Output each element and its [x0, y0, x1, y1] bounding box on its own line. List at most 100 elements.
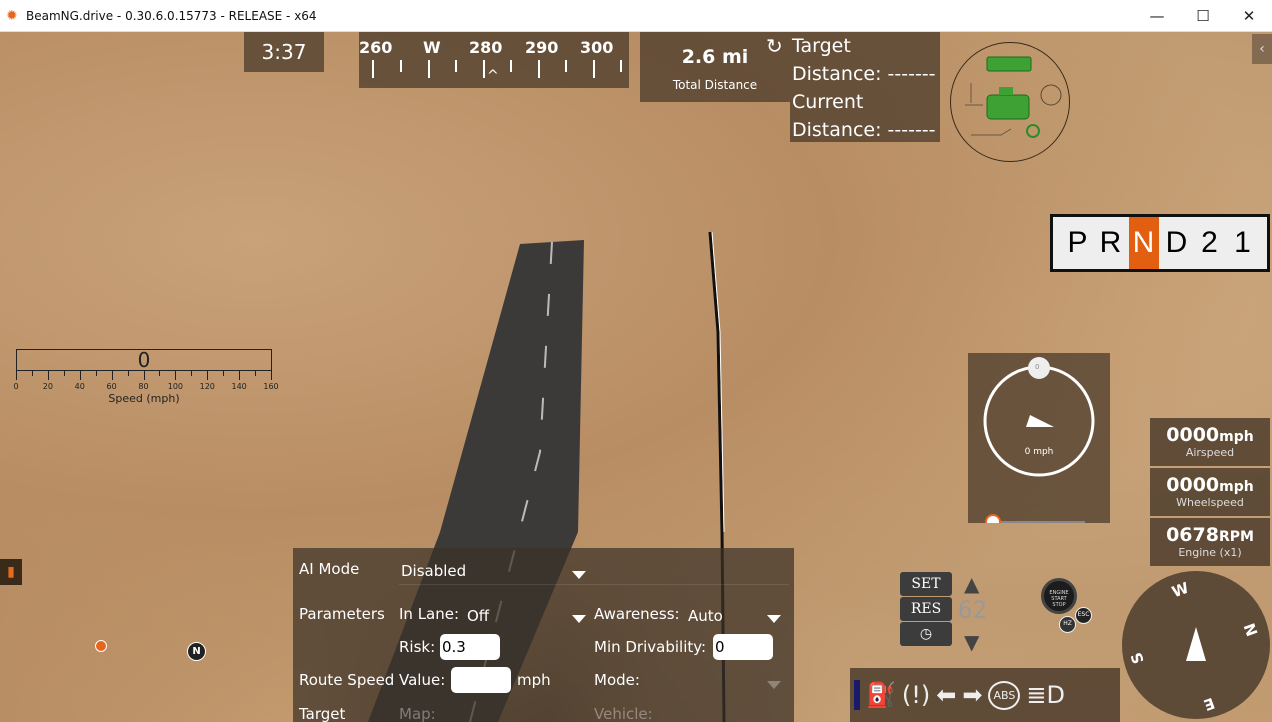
gauge-slider-handle[interactable] — [985, 514, 1001, 530]
gauge-graphic — [983, 357, 1095, 530]
tick — [428, 60, 430, 78]
speed-scale-label: 100 — [167, 382, 184, 391]
cruise-toggle-button[interactable]: ◷ — [900, 622, 952, 646]
heading-label: 260 — [359, 38, 393, 57]
in-lane-select[interactable]: Off — [467, 607, 489, 625]
speed-scale-tick — [111, 371, 113, 380]
mode-dropdown-icon[interactable] — [767, 681, 781, 689]
speed-scale-tick — [63, 371, 65, 376]
min-drivability-label: Min Drivability: — [594, 638, 707, 656]
cruise-res-button[interactable]: RES — [900, 597, 952, 621]
headlight-icon: ≣D — [1026, 681, 1065, 709]
ai-mode-dropdown-icon[interactable] — [572, 571, 586, 579]
speed-scale-tick — [127, 371, 129, 376]
cruise-set-button[interactable]: SET — [900, 572, 952, 596]
player-marker — [95, 640, 107, 652]
current-label: Current — [792, 91, 864, 113]
speed-scale-tick — [31, 371, 33, 376]
gear-selector: P R N D 2 1 — [1050, 214, 1270, 272]
wheelspeed-readout: 0000mph Wheelspeed — [1150, 468, 1270, 516]
speed-gauge: 0 0 mph — [968, 353, 1110, 530]
min-drivability-input[interactable] — [713, 634, 773, 660]
heading-label: 300 — [580, 38, 614, 57]
title-bar: ✹ BeamNG.drive - 0.30.6.0.15773 - RELEAS… — [0, 0, 1272, 32]
speed-scale-label: 60 — [106, 382, 117, 391]
map-label: Map: — [399, 705, 436, 722]
refresh-icon[interactable]: ↻ — [766, 34, 783, 58]
brake-warning-icon: (!) — [901, 681, 931, 709]
route-speed-label: Route Speed — [299, 671, 395, 689]
awareness-dropdown-icon[interactable] — [767, 615, 781, 623]
esc-button[interactable]: ESC — [1075, 607, 1092, 624]
rpm-value: 0678 — [1166, 524, 1219, 546]
heading-label: W — [423, 38, 441, 57]
speed-scale: Speed (mph) 0 20 40 60 80 100 120 140 160 — [13, 371, 279, 411]
cylinder-head-icon — [986, 56, 1032, 72]
cruise-down-button[interactable]: ▼ — [964, 630, 979, 654]
cruise-up-button[interactable]: ▲ — [964, 572, 979, 596]
app-logo-icon: ✹ — [6, 7, 18, 24]
tick — [372, 60, 374, 78]
speed-scale-label: 120 — [199, 382, 215, 391]
speed-scale-label: 140 — [231, 382, 247, 391]
total-distance-label: Total Distance — [672, 78, 758, 92]
speed-scale-tick — [223, 371, 225, 376]
engine-start-stop-button[interactable]: ENGINE START STOP — [1041, 578, 1077, 614]
gear-r: R — [1099, 226, 1122, 259]
compass: W N S E — [1122, 571, 1270, 719]
ai-mode-label: AI Mode — [299, 560, 360, 578]
speedometer-icon: ◷ — [919, 626, 933, 642]
tick — [483, 60, 485, 78]
gauge-pointer — [1026, 415, 1054, 427]
risk-input[interactable] — [440, 634, 500, 660]
ai-panel: AI Mode Disabled Parameters In Lane: Off… — [293, 548, 794, 722]
gauge-speed: 0 mph — [1024, 447, 1054, 457]
speed-scale-label: 20 — [42, 382, 53, 391]
in-lane-label: In Lane: — [399, 605, 460, 623]
hazard-button[interactable]: HZ — [1059, 616, 1076, 633]
speed-scale-tick — [207, 371, 209, 380]
engine-icon-top — [999, 87, 1013, 95]
piston-icon — [1026, 124, 1040, 138]
in-lane-dropdown-icon[interactable] — [572, 615, 586, 623]
game-viewport[interactable]: 3:37 260 W 280 290 300 ^ 2.6 mi Total Di… — [0, 32, 1272, 722]
target-label: Target — [792, 35, 851, 57]
engine-icons — [965, 56, 1062, 138]
wheelspeed-label: Wheelspeed — [1176, 496, 1244, 509]
warning-lights: ⛽ (!) ⬅ ➡ ABS ≣D — [850, 668, 1120, 722]
engine-rpm-readout: 0678RPM Engine (x1) — [1150, 518, 1270, 566]
route-speed-input[interactable] — [451, 667, 511, 693]
compass-needle — [1186, 627, 1206, 661]
tick — [565, 60, 567, 72]
rpm-unit: RPM — [1218, 529, 1254, 545]
awareness-label: Awareness: — [594, 605, 680, 623]
minimize-button[interactable]: — — [1134, 0, 1180, 32]
maximize-button[interactable]: ☐ — [1180, 0, 1226, 32]
awareness-select[interactable]: Auto — [688, 607, 723, 625]
tick — [538, 60, 540, 78]
speed-scale-tick — [143, 371, 145, 380]
heading-label: 290 — [525, 38, 559, 57]
gauge-top-value: 0 — [1035, 363, 1040, 371]
left-signal-icon: ⬅ — [936, 681, 957, 709]
tick — [593, 60, 595, 78]
speed-scale-label: 160 — [263, 382, 279, 391]
tick — [400, 60, 402, 72]
parameters-label: Parameters — [299, 605, 385, 623]
window-title: BeamNG.drive - 0.30.6.0.15773 - RELEASE … — [26, 8, 317, 23]
speed-scale-tick — [175, 371, 177, 380]
map-button[interactable]: ▮ — [0, 559, 22, 585]
speed-scale-tick — [16, 371, 17, 380]
target-label: Target — [299, 705, 346, 722]
airspeed-unit: mph — [1219, 429, 1254, 445]
wheelspeed-unit: mph — [1219, 479, 1254, 495]
close-button[interactable]: ✕ — [1226, 0, 1272, 32]
speed-scale-tick — [47, 371, 49, 380]
ai-mode-select[interactable]: Disabled — [401, 562, 466, 580]
speed-scale-tick — [95, 371, 97, 376]
coolant-icon — [965, 83, 983, 106]
gear-p: P — [1067, 226, 1088, 259]
collapse-sidebar-button[interactable]: ‹ — [1252, 34, 1272, 64]
divider — [399, 584, 789, 585]
fuel-level — [854, 680, 860, 710]
